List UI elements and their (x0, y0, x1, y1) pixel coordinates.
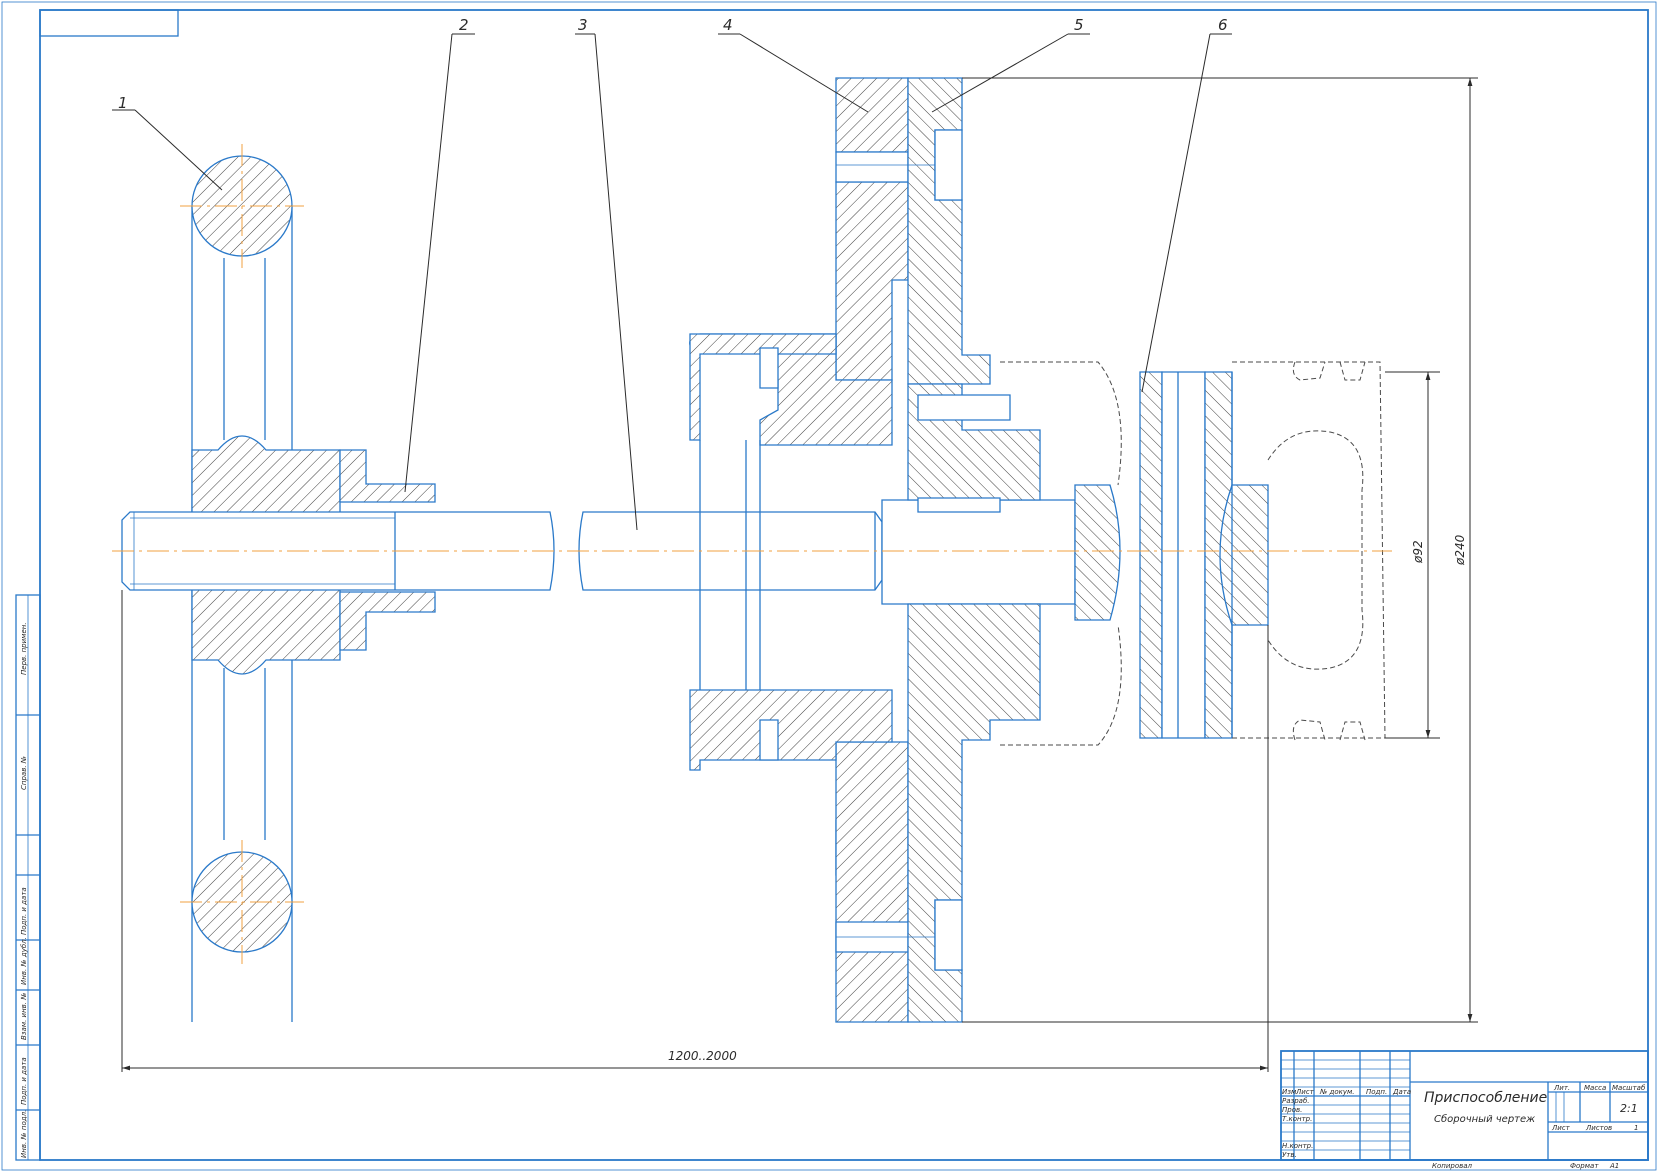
tb-sheets-label: Листов (1585, 1124, 1612, 1132)
callout-5-number: 5 (1074, 16, 1084, 34)
tb-subtitle: Сборочный чертеж (1434, 1113, 1535, 1125)
copied-label: Копировал (1432, 1162, 1473, 1170)
callout-2-number: 2 (459, 16, 469, 34)
dimension-d92-text: ø92 (1411, 540, 1425, 564)
side-stamp-inv: Инв. № подл. (20, 1110, 28, 1158)
tb-col-izm: Изм (1282, 1088, 1297, 1096)
title-block: Изм Лист № докум. Подп. Дата Разраб. Про… (1280, 1050, 1649, 1161)
tb-title: Приспособление (1424, 1090, 1547, 1106)
tb-row-tkontr: Т.контр. (1282, 1115, 1312, 1123)
dimension-length-text: 1200..2000 (668, 1049, 737, 1063)
callout-3: 3 (575, 16, 638, 531)
side-stamp-dubl: Инв. № дубл. (20, 937, 28, 985)
tb-col-data: Дата (1392, 1088, 1411, 1096)
tb-row-utv: Утв. (1282, 1151, 1297, 1159)
format-value: А1 (1609, 1162, 1619, 1170)
tb-row-razrab: Разраб. (1282, 1097, 1310, 1105)
assembly-drawing: Перв. примен. Справ. № Подп. и дата Инв.… (1, 1, 1657, 1171)
tb-sheets-value: 1 (1634, 1124, 1638, 1132)
tb-mass-label: Масса (1584, 1084, 1606, 1092)
format-label: Формат (1570, 1162, 1599, 1170)
tb-scale-value: 2:1 (1620, 1102, 1638, 1115)
callout-1-number: 1 (118, 94, 128, 112)
callout-2: 2 (404, 16, 475, 493)
part-3-screw (121, 499, 1076, 605)
tb-scale-label: Масштаб (1612, 1084, 1646, 1092)
side-stamp: Перв. примен. Справ. № Подп. и дата Инв.… (15, 594, 41, 1161)
tb-col-list: Лист (1295, 1088, 1315, 1096)
tb-lit-label: Лит. (1553, 1084, 1570, 1092)
dimension-d92: ø92 (1385, 371, 1440, 739)
callout-4-number: 4 (723, 16, 733, 34)
tb-row-nkontr: Н.контр. (1282, 1142, 1313, 1150)
tb-sheet-label: Лист (1551, 1124, 1571, 1132)
side-stamp-vzam: Взам. инв. № (20, 992, 28, 1040)
callout-3-number: 3 (578, 16, 588, 34)
part-6-plate (1139, 371, 1269, 739)
callout-6: 6 (1141, 16, 1232, 393)
side-stamp-sprav: Справ. № (20, 756, 28, 790)
callout-6-number: 6 (1218, 16, 1228, 34)
tb-row-prov: Пров. (1282, 1106, 1302, 1114)
tb-col-podp: Подп. (1366, 1088, 1387, 1096)
dimension-length: 1200..2000 (121, 590, 1269, 1072)
dimension-d240-text: ø240 (1453, 534, 1467, 566)
side-stamp-perv: Перв. примен. (20, 622, 28, 675)
top-left-stamp-box (39, 9, 179, 37)
side-stamp-podp2: Подп. и дата (20, 1057, 28, 1105)
tb-col-dokum: № докум. (1319, 1088, 1355, 1096)
side-stamp-podp1: Подп. и дата (20, 887, 28, 935)
